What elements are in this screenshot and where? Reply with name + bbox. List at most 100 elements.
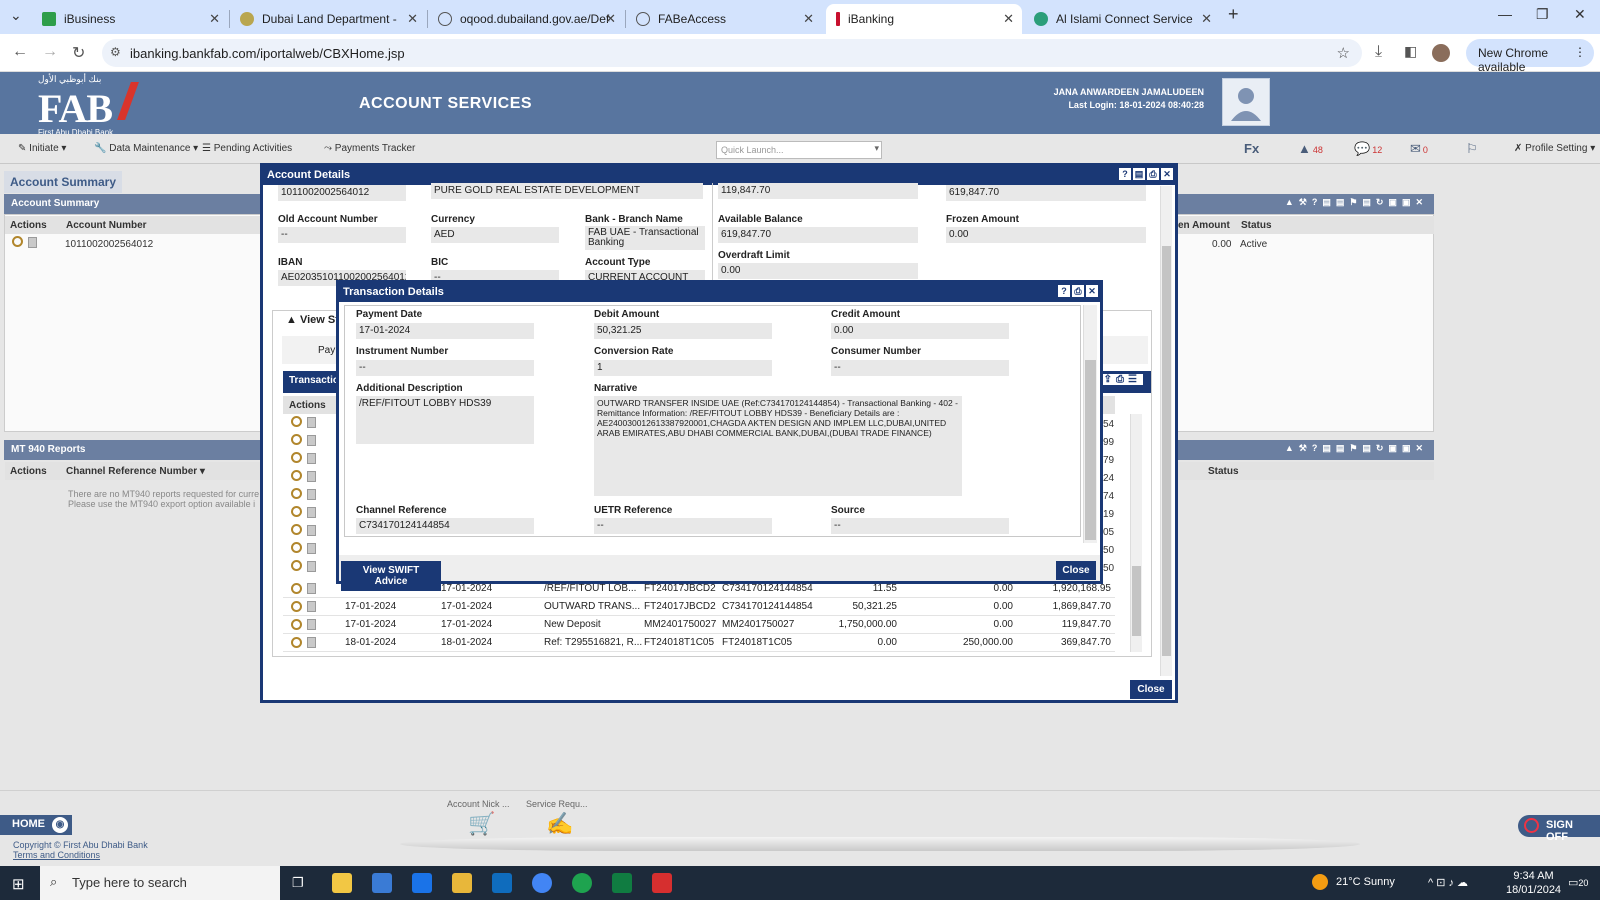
url-text[interactable]: ibanking.bankfab.com/iportalweb/CBXHome.…: [130, 46, 405, 61]
outlook-icon[interactable]: [492, 873, 512, 893]
new-chrome-available-button[interactable]: New Chrome available ⋮: [1466, 39, 1594, 74]
download-icon[interactable]: ⤓: [1375, 43, 1382, 61]
table-row[interactable]: 17-01-2024 17-01-2024 OUTWARD TRANS... F…: [283, 598, 1115, 616]
transaction-details-scrollbar[interactable]: [1083, 305, 1097, 543]
transactions-scrollbar[interactable]: [1130, 414, 1142, 652]
tab-al-islami[interactable]: Al Islami Connect Service ✕: [1024, 4, 1220, 34]
chrome-icon[interactable]: [532, 873, 552, 893]
view-icon[interactable]: [291, 619, 302, 630]
view-icon[interactable]: [291, 434, 302, 445]
taskbar-search-input[interactable]: ⌕ Type here to search: [40, 866, 280, 900]
shortcut-account-nick-label[interactable]: Account Nick ...: [447, 799, 510, 809]
close-icon[interactable]: ✕: [1161, 168, 1173, 180]
tab-dubai-land[interactable]: Dubai Land Department - ✕: [230, 4, 426, 34]
tab-close-icon[interactable]: ✕: [605, 11, 616, 27]
view-icon[interactable]: [291, 506, 302, 517]
mail-icon[interactable]: ✉ 0: [1410, 141, 1428, 157]
clock[interactable]: 9:34 AM 18/01/2024: [1506, 869, 1561, 897]
shopping-cart-icon[interactable]: 🛒: [468, 811, 495, 837]
tab-close-icon[interactable]: ✕: [407, 11, 418, 27]
print-icon[interactable]: ⎙: [1072, 285, 1084, 297]
shortcut-service-request-label[interactable]: Service Requ...: [526, 799, 588, 809]
document-icon[interactable]: [307, 471, 316, 482]
sign-off-button[interactable]: SIGN OFF: [1518, 815, 1600, 843]
tab-close-icon[interactable]: ✕: [209, 11, 220, 27]
tab-close-icon[interactable]: ✕: [1003, 11, 1014, 27]
site-info-icon[interactable]: ⚙: [110, 45, 121, 59]
scrollbar-thumb[interactable]: [1162, 246, 1171, 656]
microsoft-store-icon[interactable]: [372, 873, 392, 893]
side-panel-icon[interactable]: ◧: [1404, 43, 1417, 60]
help-icon[interactable]: ?: [1058, 285, 1070, 297]
service-request-icon[interactable]: ✍: [546, 811, 573, 837]
document-icon[interactable]: [307, 637, 316, 648]
reload-icon[interactable]: ↻: [72, 43, 85, 63]
close-icon[interactable]: ✕: [1086, 285, 1098, 297]
scrollbar-thumb[interactable]: [1085, 360, 1096, 540]
document-icon[interactable]: [307, 561, 316, 572]
print-icon[interactable]: ⎙: [1147, 168, 1159, 180]
tab-search-icon[interactable]: ⌄: [10, 7, 22, 24]
account-number-cell[interactable]: 1011002002564012: [65, 239, 153, 250]
bookmark-star-icon[interactable]: ☆: [1337, 44, 1350, 62]
profile-setting-menu[interactable]: ✗ Profile Setting ▾: [1514, 143, 1595, 154]
view-icon[interactable]: [291, 637, 302, 648]
mt940-col-channel[interactable]: Channel Reference Number ▾: [66, 466, 205, 477]
account-details-scrollbar[interactable]: [1160, 186, 1172, 676]
document-icon[interactable]: [28, 237, 37, 248]
table-row[interactable]: 18-01-2024 18-01-2024 Ref: T295516821, R…: [283, 634, 1115, 652]
grid-tool-icons[interactable]: ⇪⎙☰: [1101, 374, 1143, 385]
windows-start-icon[interactable]: ⊞: [12, 875, 25, 893]
scrollbar-thumb[interactable]: [1132, 566, 1141, 636]
view-icon[interactable]: [291, 488, 302, 499]
chat-icon[interactable]: 💬 12: [1354, 141, 1382, 157]
edge-icon[interactable]: [572, 873, 592, 893]
quick-launch-input[interactable]: Quick Launch... ▾: [716, 141, 882, 159]
view-icon[interactable]: [291, 470, 302, 481]
account-summary-tab[interactable]: Account Summary: [4, 171, 123, 193]
view-icon[interactable]: [291, 560, 302, 571]
help-icon[interactable]: ?: [1119, 168, 1131, 180]
mail-app-icon[interactable]: [412, 873, 432, 893]
chevron-down-icon[interactable]: ▾: [874, 143, 879, 154]
terms-link[interactable]: Terms and Conditions: [13, 850, 100, 860]
document-icon[interactable]: [307, 619, 316, 630]
document-icon[interactable]: [307, 601, 316, 612]
new-tab-icon[interactable]: +: [1228, 4, 1239, 25]
document-icon[interactable]: [307, 507, 316, 518]
home-button[interactable]: HOME ◉: [0, 815, 72, 835]
omnibox[interactable]: ⚙ ibanking.bankfab.com/iportalweb/CBXHom…: [102, 39, 1362, 67]
document-icon[interactable]: [307, 583, 316, 594]
tab-oqood[interactable]: oqood.dubailand.gov.ae/Defaul ✕: [428, 4, 624, 34]
task-view-icon[interactable]: ❐: [292, 875, 304, 891]
view-swift-advice-button[interactable]: View SWIFT Advice: [341, 561, 441, 591]
fab-logo[interactable]: بنك أبوظبي الأول FAB First Abu Dhabi Ban…: [38, 74, 139, 137]
profile-avatar-icon[interactable]: [1432, 44, 1450, 62]
document-icon[interactable]: [307, 543, 316, 554]
initiate-menu[interactable]: ✎ Initiate ▾: [18, 143, 66, 154]
account-details-close-button[interactable]: Close: [1130, 680, 1172, 699]
panel-tool-icons[interactable]: ▲⚒?▤▤⚑▤↻▣▣✕: [1285, 197, 1428, 208]
more-menu-icon[interactable]: ⋮: [1574, 45, 1586, 59]
view-icon[interactable]: [291, 583, 302, 594]
window-close-icon[interactable]: ✕: [1574, 6, 1586, 23]
document-icon[interactable]: [307, 453, 316, 464]
document-icon[interactable]: [307, 417, 316, 428]
data-maintenance-menu[interactable]: 🔧 Data Maintenance ▾: [94, 143, 198, 154]
forward-icon[interactable]: →: [42, 43, 58, 61]
fx-icon[interactable]: Fx: [1244, 141, 1259, 156]
restore-icon[interactable]: ❐: [1536, 6, 1549, 23]
view-icon[interactable]: [291, 416, 302, 427]
view-icon[interactable]: [291, 542, 302, 553]
file-explorer-icon[interactable]: [332, 873, 352, 893]
view-icon[interactable]: [291, 601, 302, 612]
back-icon[interactable]: ←: [12, 43, 28, 61]
alerts-icon[interactable]: ▲ 48: [1298, 141, 1323, 156]
tab-close-icon[interactable]: ✕: [803, 11, 814, 27]
help-chat-icon[interactable]: ⚐: [1466, 141, 1478, 157]
app-icon[interactable]: [452, 873, 472, 893]
pdf-icon[interactable]: ▤: [1133, 168, 1145, 180]
payments-tracker-button[interactable]: ⤳ Payments Tracker: [324, 143, 415, 154]
view-icon[interactable]: [291, 452, 302, 463]
document-icon[interactable]: [307, 489, 316, 500]
